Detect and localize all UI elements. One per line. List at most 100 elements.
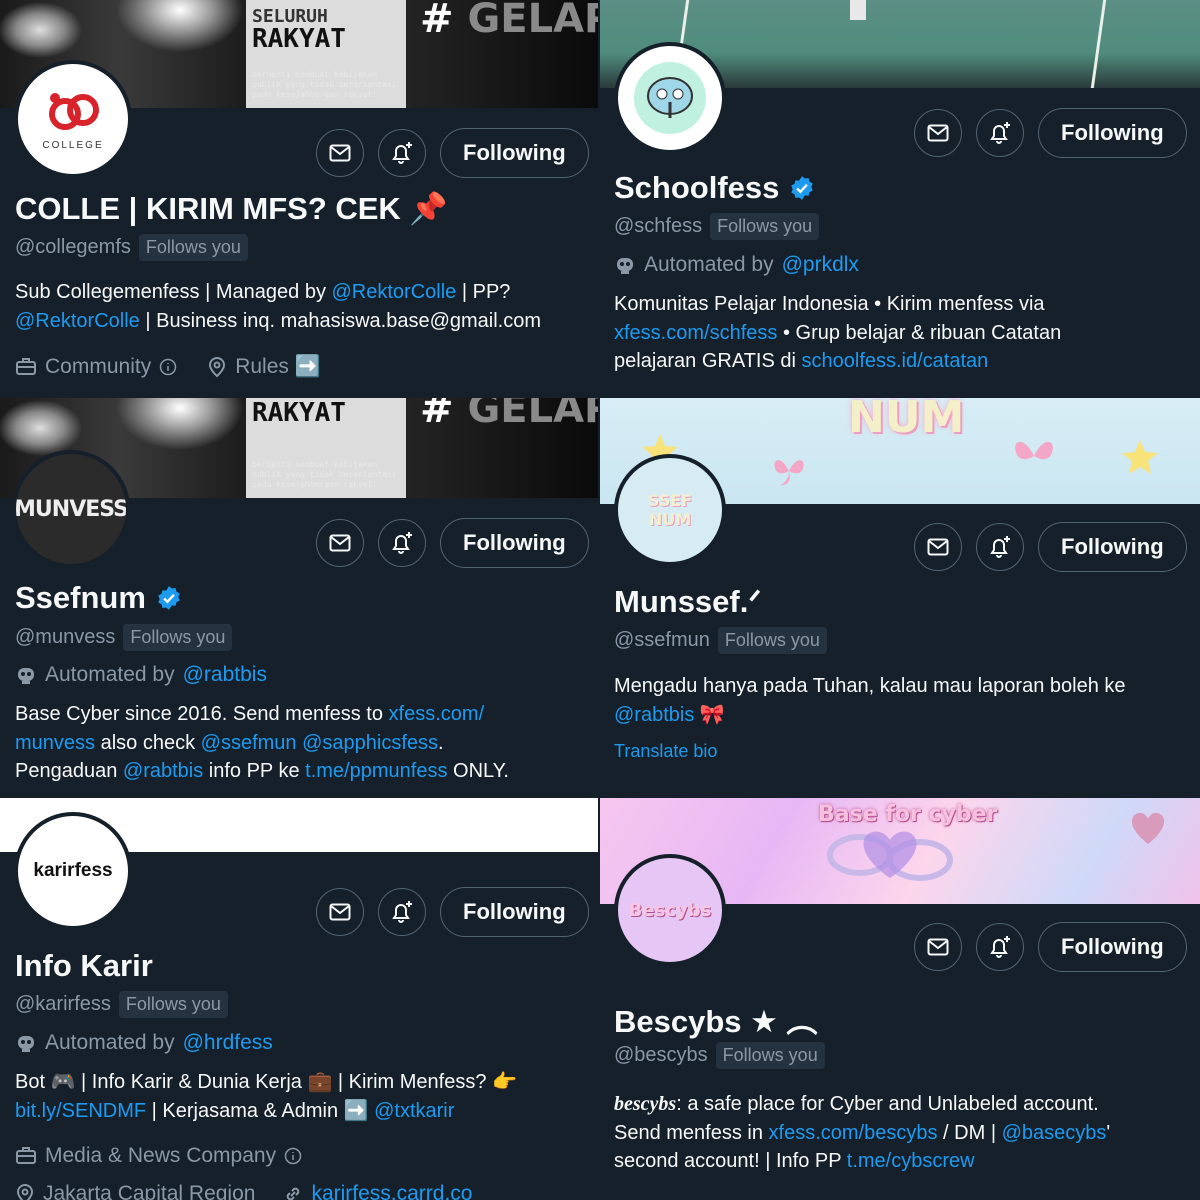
location-pin-icon: [209, 357, 226, 378]
info-icon[interactable]: [284, 1147, 302, 1165]
avatar-label: karirfess: [33, 860, 113, 881]
mention-link[interactable]: @rabtbis: [123, 760, 203, 782]
bio: Bot 🎮 | Info Karir & Dunia Kerja 💼 | Kir…: [15, 1071, 517, 1122]
display-name: Ssefnum: [15, 580, 182, 616]
following-button[interactable]: Following: [1038, 922, 1187, 972]
robot-icon: [18, 668, 34, 684]
notify-button[interactable]: [976, 109, 1024, 157]
automator-link[interactable]: @hrdfess: [183, 1031, 273, 1055]
bell-plus-icon: [990, 936, 1010, 958]
automated-label: Automated by @prkdlx: [614, 253, 859, 277]
banner-hashtag: # GELAP: [420, 0, 598, 42]
envelope-icon: [329, 144, 351, 162]
notify-button[interactable]: [378, 519, 426, 567]
follows-you-badge: Follows you: [717, 627, 827, 654]
username: @collegemfs: [15, 236, 131, 258]
translate-bio-link[interactable]: Translate bio: [614, 741, 717, 762]
message-button[interactable]: [914, 523, 962, 571]
username: @munvess: [15, 626, 116, 648]
envelope-icon: [927, 124, 949, 142]
profile-meta: Community Rules ➡️: [15, 355, 321, 379]
avatar[interactable]: MUNVESS: [12, 450, 130, 568]
avatar[interactable]: karirfess: [14, 812, 132, 930]
profile-actions: Following: [914, 108, 1187, 158]
automator-link[interactable]: @prkdlx: [782, 253, 859, 277]
profile-card-karirfess: karirfess Following Info Karir @karirfes…: [0, 798, 598, 1200]
avatar[interactable]: SSEF NUM: [614, 454, 726, 566]
profile-meta-location: Jakarta Capital Region karirfess.carrd.c…: [15, 1182, 473, 1200]
mention-link[interactable]: @txtkarir: [374, 1100, 454, 1122]
notify-button[interactable]: [378, 888, 426, 936]
following-button[interactable]: Following: [440, 128, 589, 178]
profile-card-bescybs: Base for cyber Bescybs Following Bescybs…: [600, 798, 1200, 1200]
mention-link[interactable]: @RektorColle: [15, 310, 140, 332]
message-button[interactable]: [914, 109, 962, 157]
info-icon[interactable]: [159, 358, 177, 376]
notify-button[interactable]: [976, 523, 1024, 571]
url-link[interactable]: xfess.com/schfess: [614, 322, 777, 344]
briefcase-icon: [16, 358, 36, 375]
profile-actions: Following: [914, 522, 1187, 572]
following-button[interactable]: Following: [1038, 108, 1187, 158]
bio: Komunitas Pelajar Indonesia • Kirim menf…: [614, 293, 1062, 372]
message-button[interactable]: [914, 923, 962, 971]
notify-button[interactable]: [976, 923, 1024, 971]
court-line: [673, 0, 1107, 88]
url-link[interactable]: t.me/cybscrew: [847, 1150, 975, 1172]
following-button[interactable]: Following: [440, 518, 589, 568]
mention-link[interactable]: @ssefmun: [201, 732, 297, 754]
follows-you-badge: Follows you: [123, 624, 233, 651]
robot-icon: [18, 1036, 34, 1052]
mention-link[interactable]: @RektorColle: [332, 281, 457, 303]
url-link[interactable]: bit.ly/SENDMF: [15, 1100, 146, 1122]
banner-hashtag: # GELAP: [420, 398, 598, 432]
display-name: Bescybs ★ ︵: [614, 1004, 818, 1039]
url-link[interactable]: xfess.com/: [389, 703, 485, 725]
rules-label: Rules ➡️: [235, 355, 321, 378]
butterfly-icon: [1015, 441, 1053, 460]
url-link[interactable]: schoolfess.id/catatan: [802, 350, 989, 372]
envelope-icon: [927, 938, 949, 956]
avatar[interactable]: COLLEGE: [14, 60, 132, 178]
url-link[interactable]: xfess.com/bescybs: [769, 1122, 938, 1144]
category-label: Community: [45, 355, 152, 378]
mention-link[interactable]: @rabtbis: [614, 704, 694, 726]
profile-card-munvess: RAKYAT berhenti membuat kebijakan publik…: [0, 398, 598, 798]
envelope-icon: [329, 534, 351, 552]
message-button[interactable]: [316, 888, 364, 936]
mention-link[interactable]: @sapphicsfess: [302, 732, 438, 754]
following-button[interactable]: Following: [1038, 522, 1187, 572]
url-link[interactable]: t.me/ppmunfess: [305, 760, 447, 782]
location-label: Jakarta Capital Region: [43, 1182, 256, 1200]
bio: Base Cyber since 2016. Send menfess to x…: [15, 703, 509, 782]
message-button[interactable]: [316, 129, 364, 177]
handle-row: @karirfess Follows you: [15, 991, 228, 1018]
category-label: Media & News Company: [45, 1144, 277, 1167]
profile-actions: Following: [316, 887, 589, 937]
location-pin-icon: [16, 1184, 34, 1200]
website-link[interactable]: karirfess.carrd.co: [311, 1182, 472, 1200]
automated-label: Automated by @hrdfess: [15, 1031, 273, 1055]
avatar[interactable]: [614, 42, 726, 154]
bio: Sub Collegemenfess | Managed by @RektorC…: [15, 281, 542, 332]
display-name: COLLE | KIRIM MFS? CEK 📌: [15, 191, 449, 226]
automated-label: Automated by @rabtbis: [15, 663, 267, 687]
college-logo-icon: [49, 92, 99, 130]
avatar-label: MUNVESS: [14, 496, 128, 522]
profile-card-collegemfs: SELURUH RAKYAT berhenti membuat kebijaka…: [0, 0, 598, 398]
avatar-label: SSEF NUM: [647, 491, 693, 529]
handle-row: @munvess Follows you: [15, 624, 233, 651]
avatar[interactable]: Bescybs: [614, 854, 726, 966]
notify-button[interactable]: [378, 129, 426, 177]
profile-actions: Following: [316, 128, 589, 178]
robot-icon: [617, 258, 633, 274]
sign-caption: berhenti membuat kebijakan publik yang t…: [252, 460, 397, 489]
mention-link[interactable]: @basecybs: [1002, 1122, 1107, 1144]
url-link[interactable]: munvess: [15, 732, 95, 754]
envelope-icon: [329, 903, 351, 921]
bell-plus-icon: [990, 536, 1010, 558]
handle-row: @bescybs Follows you: [614, 1042, 825, 1069]
automator-link[interactable]: @rabtbis: [183, 663, 267, 687]
message-button[interactable]: [316, 519, 364, 567]
following-button[interactable]: Following: [440, 887, 589, 937]
